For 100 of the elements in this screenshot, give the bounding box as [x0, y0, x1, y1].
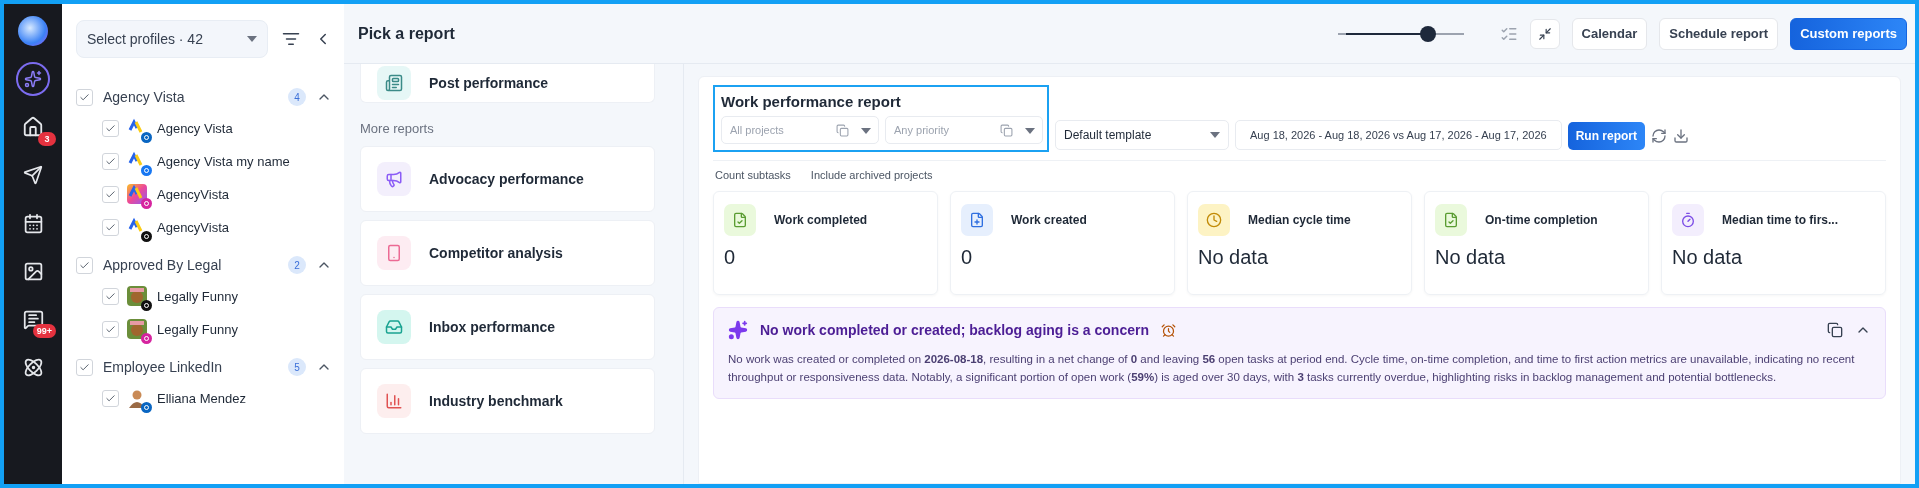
summary-title: No work completed or created; backlog aging is a concern [760, 322, 1149, 338]
newspaper-icon [377, 66, 411, 100]
filter-field[interactable]: All projects [721, 116, 879, 144]
notification-badge: 99+ [32, 324, 56, 338]
refresh-icon[interactable] [1651, 128, 1667, 144]
inbox-icon [377, 310, 411, 344]
option-label[interactable]: Count subtasks [715, 169, 791, 181]
clock-icon [1161, 322, 1176, 338]
checkbox[interactable] [102, 390, 119, 407]
header-button[interactable]: Schedule report [1659, 17, 1779, 50]
caret-icon [1025, 127, 1035, 134]
diagonal-arrows-icon [1537, 26, 1552, 41]
caret-icon [247, 36, 257, 42]
group-name: Agency Vista [103, 89, 186, 105]
home-icon[interactable] [22, 116, 44, 138]
option-label[interactable]: Include archived projects [810, 169, 933, 181]
group-name: Employee LinkedIn [103, 359, 224, 375]
profile-name: Agency Vista [157, 121, 233, 136]
checkbox[interactable] [102, 120, 119, 137]
metric-value: 0 [961, 246, 974, 269]
app-logo[interactable] [18, 16, 48, 46]
report-card[interactable]: Advocacy performance [360, 146, 655, 212]
tiktok-badge-icon [141, 299, 152, 311]
check-icon [105, 324, 116, 335]
checkbox[interactable] [102, 186, 119, 203]
checkbox[interactable] [102, 288, 119, 305]
send-icon[interactable] [23, 165, 43, 185]
slider-thumb[interactable] [1420, 25, 1437, 42]
count-badge: 4 [288, 88, 306, 106]
sparkle-icon [728, 320, 748, 340]
date-range-field[interactable]: Aug 18, 2026 - Aug 18, 2026 vs Aug 17, 2026 - Aug 17, 2026 [1235, 120, 1562, 150]
copy-icon[interactable] [1827, 322, 1843, 338]
collapse-button[interactable] [1529, 18, 1560, 49]
caret-icon [1210, 132, 1220, 138]
checkbox[interactable] [102, 321, 119, 338]
metric-value: No data [1198, 246, 1270, 269]
calendar-icon[interactable] [22, 212, 44, 234]
section-heading: More reports [360, 121, 435, 136]
template-select[interactable]: Default template [1055, 120, 1229, 150]
profile-avatar [127, 318, 149, 341]
checkbox[interactable] [76, 256, 93, 274]
filter-field[interactable]: Any priority [885, 116, 1043, 144]
check-icon [79, 91, 90, 103]
check-icon [105, 222, 116, 233]
checkbox[interactable] [76, 358, 93, 376]
check-icon [105, 393, 116, 404]
instagram-badge-icon [141, 197, 152, 209]
phone-icon [377, 236, 411, 270]
atom-icon[interactable] [22, 356, 44, 378]
check-icon [105, 156, 116, 167]
download-icon[interactable] [1673, 128, 1689, 144]
facebook-badge-icon [141, 164, 152, 176]
x-badge-icon [141, 230, 152, 242]
profile-name: AgencyVista [157, 220, 230, 235]
report-card[interactable]: Industry benchmark [360, 368, 655, 434]
profile-name: Legally Funny [157, 322, 238, 337]
profile-avatar [127, 285, 149, 308]
linkedin-badge-icon [141, 401, 152, 413]
multi-select-icon [836, 124, 849, 137]
header-button[interactable]: Calendar [1571, 17, 1648, 50]
sparkle-icon[interactable] [24, 70, 42, 88]
metric-label: Median cycle time [1248, 213, 1351, 227]
run-button[interactable]: Run report [1567, 122, 1645, 150]
instagram-badge-icon [141, 332, 152, 344]
profile-avatar [127, 183, 149, 206]
checkbox[interactable] [102, 219, 119, 236]
report-title: Work performance report [721, 93, 902, 110]
report-card[interactable]: Post performance [360, 64, 655, 103]
metric-value: 0 [724, 246, 737, 269]
page-title: Pick a report [358, 24, 456, 43]
notification-badge: 3 [38, 132, 56, 146]
report-card[interactable]: Inbox performance [360, 294, 655, 360]
profile-name: AgencyVista [157, 187, 230, 202]
metric-value: No data [1435, 246, 1507, 269]
profile-select[interactable]: Select profiles · 42 [76, 20, 268, 58]
metric-label: On-time completion [1485, 213, 1598, 227]
profile-name: Legally Funny [157, 289, 238, 304]
summary-text: No work was created or completed on 2026-08-18, resulting in a net change of 0 and leaving 56 open tasks at period end. Cycle time, on-time completion, and time to first action metrics are unavailable, indicating no recent throughput or responsiveness data. Notably, a significant portion of open work (59%) is aged over 30 days, with 3 tasks currently overdue, highlighting risks in backlog management and potential bottlenecks. [728, 352, 1856, 385]
primary-button[interactable]: Custom reports [1790, 17, 1907, 50]
count-badge: 2 [288, 256, 306, 274]
metric-label: Work completed [774, 213, 868, 227]
multi-select-icon [1000, 124, 1013, 137]
check-icon [105, 189, 116, 200]
check-icon [79, 361, 90, 373]
count-badge: 5 [288, 358, 306, 376]
checkbox[interactable] [76, 88, 93, 106]
bar-chart-icon [377, 384, 411, 418]
linkedin-badge-icon [141, 131, 152, 143]
check-icon [105, 123, 116, 134]
chat-icon[interactable] [22, 308, 44, 330]
report-card[interactable]: Competitor analysis [360, 220, 655, 286]
metric-value: No data [1672, 246, 1744, 269]
check-icon [79, 259, 90, 271]
filter-icon[interactable] [282, 30, 300, 48]
group-name: Approved By Legal [103, 257, 223, 273]
check-icon [105, 291, 116, 302]
checkbox[interactable] [102, 153, 119, 170]
profile-name: Elliana Mendez [157, 391, 246, 406]
image-icon[interactable] [22, 260, 44, 282]
caret-icon [861, 127, 871, 134]
